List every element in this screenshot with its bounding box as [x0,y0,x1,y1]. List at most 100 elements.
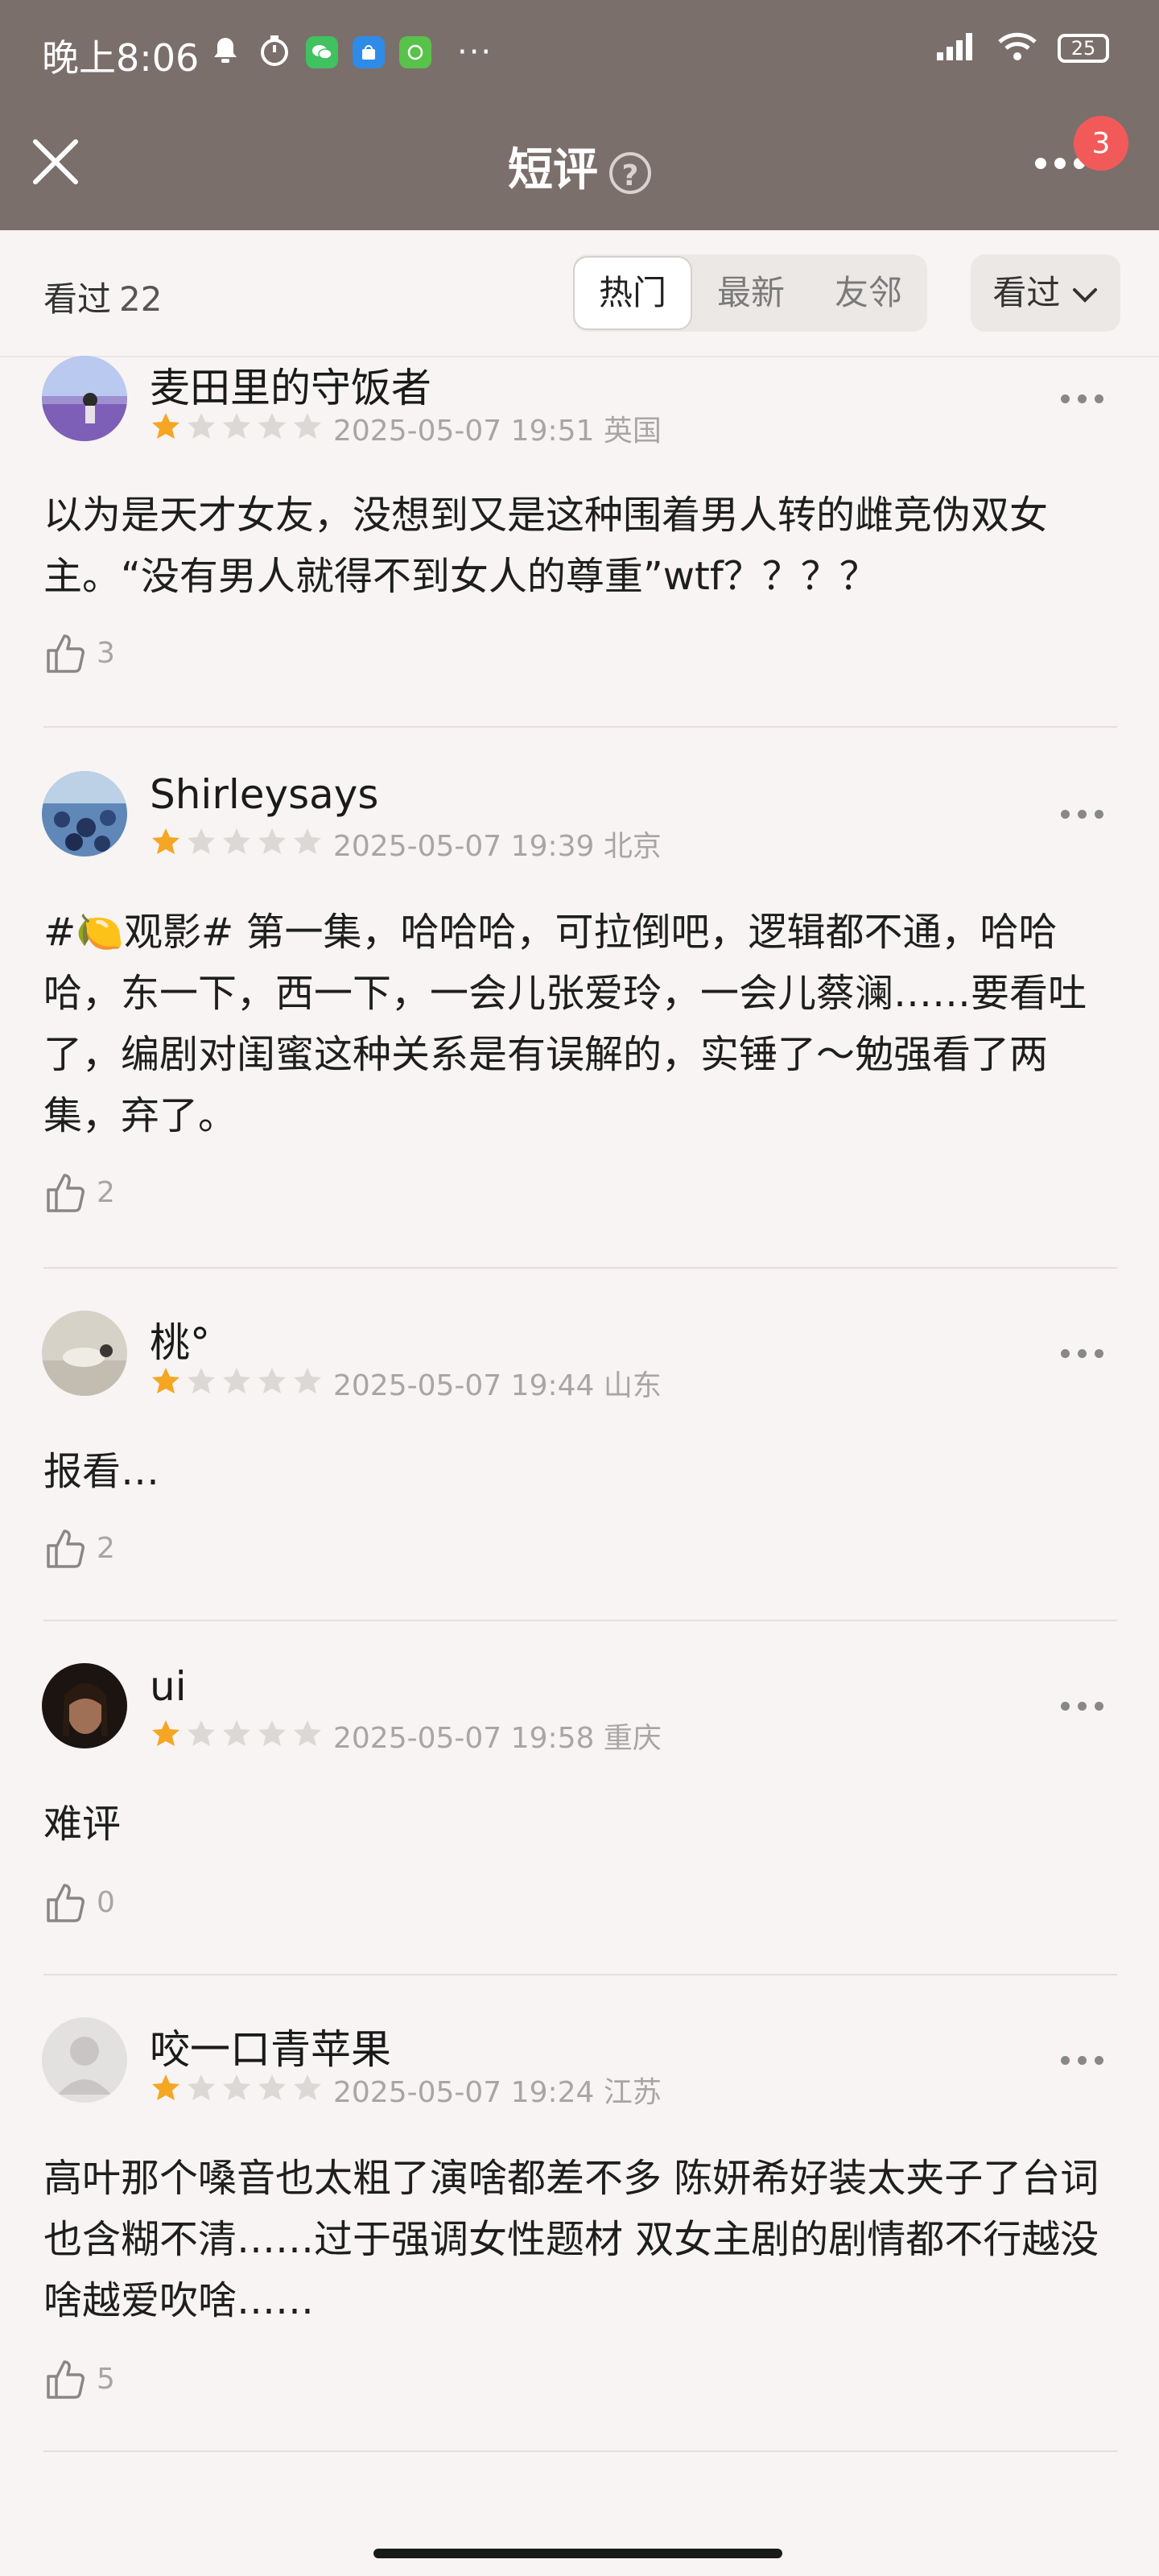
thumbs-up-icon [47,1530,85,1568]
comment-text: 报看… [43,1449,160,1494]
comment-more-button[interactable] [1061,394,1103,403]
rating-stars [150,826,324,858]
notification-badge: 3 [1074,116,1128,171]
sort-segmented-control: 热门 最新 友邻 [573,254,927,332]
comment-meta: 2025-05-07 19:24 江苏 [333,2069,662,2111]
comment-meta: 2025-05-07 19:39 北京 [333,823,662,865]
avatar[interactable] [42,1663,127,1748]
avatar[interactable] [42,1311,127,1396]
like-count: 5 [97,2362,115,2396]
like-button[interactable]: 3 [43,630,115,676]
help-icon[interactable]: ? [609,151,651,194]
comment-datetime: 2025-05-07 19:44 [333,1369,595,1402]
star-empty-icon [294,413,321,439]
rating-stars [150,2072,324,2104]
signal-icon [935,31,977,65]
comment-more-button[interactable] [1061,2056,1103,2065]
divider [43,726,1117,728]
star-filled-icon [152,828,179,854]
divider [43,1974,1117,1975]
status-bar: 晚上8:06 ··· 25 [0,0,1159,103]
comment-more-button[interactable] [1061,1349,1103,1358]
star-empty-icon [258,1720,286,1746]
avatar[interactable] [42,771,127,857]
thumbs-up-icon [47,1884,85,1922]
username[interactable]: 麦田里的守饭者 [150,356,431,414]
comment-datetime: 2025-05-07 19:58 [333,1722,595,1755]
star-empty-icon [223,1368,250,1393]
alarm-icon [208,33,243,72]
star-empty-icon [258,1368,286,1393]
comment-text: #🍋观影# 第一集，哈哈哈，可拉倒吧，逻辑都不通，哈哈哈，东一下，西一下，一会儿… [43,910,1087,1138]
star-empty-icon [188,1368,215,1393]
like-button[interactable]: 2 [43,1169,115,1216]
star-empty-icon [258,2074,286,2100]
status-notification-icons: ··· [208,32,493,72]
tab-latest[interactable]: 最新 [692,254,810,332]
thumbs-up-icon [47,2360,85,2399]
douban-app-icon [399,36,431,68]
like-button[interactable]: 5 [43,2355,115,2402]
star-filled-icon [152,413,179,439]
username[interactable]: Shirleysays [150,771,378,818]
star-empty-icon [188,828,215,854]
like-count: 2 [97,1175,115,1209]
seen-filter-dropdown[interactable]: 看过 [971,254,1120,332]
star-empty-icon [223,413,250,439]
dot [1035,158,1046,169]
comment-more-button[interactable] [1061,1702,1103,1711]
timer-icon [258,34,291,71]
star-empty-icon [294,1720,321,1746]
star-empty-icon [258,413,286,439]
divider [43,1620,1117,1621]
rating-stars [150,411,324,443]
comment-text: 以为是天才女友，没想到又是这种围着男人转的雌竞伪双女主。“没有男人就得不到女人的… [43,493,1049,599]
rating-stars [150,1718,324,1750]
tab-friends[interactable]: 友邻 [810,254,927,332]
comment-more-button[interactable] [1061,810,1103,819]
username[interactable]: ui [150,1663,187,1710]
comment-meta: 2025-05-07 19:44 山东 [333,1362,662,1404]
username[interactable]: 桃° [150,1311,210,1368]
star-empty-icon [294,2074,321,2100]
comment-location: 英国 [603,415,662,448]
page-title-text: 短评 [508,144,598,196]
star-filled-icon [152,2074,179,2100]
comment-meta: 2025-05-07 19:51 英国 [333,407,662,449]
comment-location: 江苏 [603,2076,662,2109]
star-empty-icon [188,2074,215,2100]
wifi-icon [996,31,1038,66]
battery-icon: 25 [1058,34,1109,63]
thumbs-up-icon [47,1174,85,1212]
star-empty-icon [294,1368,321,1393]
comment-text: 难评 [43,1802,122,1847]
thumbs-up-icon [47,634,85,673]
star-empty-icon [188,413,215,439]
comment-datetime: 2025-05-07 19:39 [333,830,595,863]
like-count: 3 [97,636,115,670]
username[interactable]: 咬一口青苹果 [150,2017,391,2075]
like-button[interactable]: 0 [43,1879,115,1926]
like-count: 2 [97,1531,115,1565]
avatar[interactable] [42,2017,127,2103]
tab-hot[interactable]: 热门 [573,256,692,330]
wechat-icon [306,36,338,68]
more-notifications-icon: ··· [457,34,493,71]
comment-text: 高叶那个嗓音也太粗了演啥都差不多 陈妍希好装太夹子了台词也含糊不清……过于强调女… [43,2156,1099,2323]
filter-bar: 看过 22 热门 最新 友邻 看过 [0,230,1159,357]
home-indicator[interactable] [373,2549,782,2558]
star-empty-icon [258,828,286,854]
avatar[interactable] [42,356,127,441]
star-filled-icon [152,1368,179,1393]
page-title: 短评? [0,134,1159,199]
status-system-icons: 25 [935,31,1109,66]
star-empty-icon [223,828,250,854]
seen-count: 22 [119,279,163,319]
more-options-button[interactable] [1035,158,1085,169]
comment-datetime: 2025-05-07 19:24 [333,2076,595,2109]
seen-filter-label: 看过 [992,273,1061,312]
divider [43,1267,1117,1269]
divider [43,2450,1117,2452]
like-button[interactable]: 2 [43,1525,115,1571]
like-count: 0 [97,1885,115,1919]
